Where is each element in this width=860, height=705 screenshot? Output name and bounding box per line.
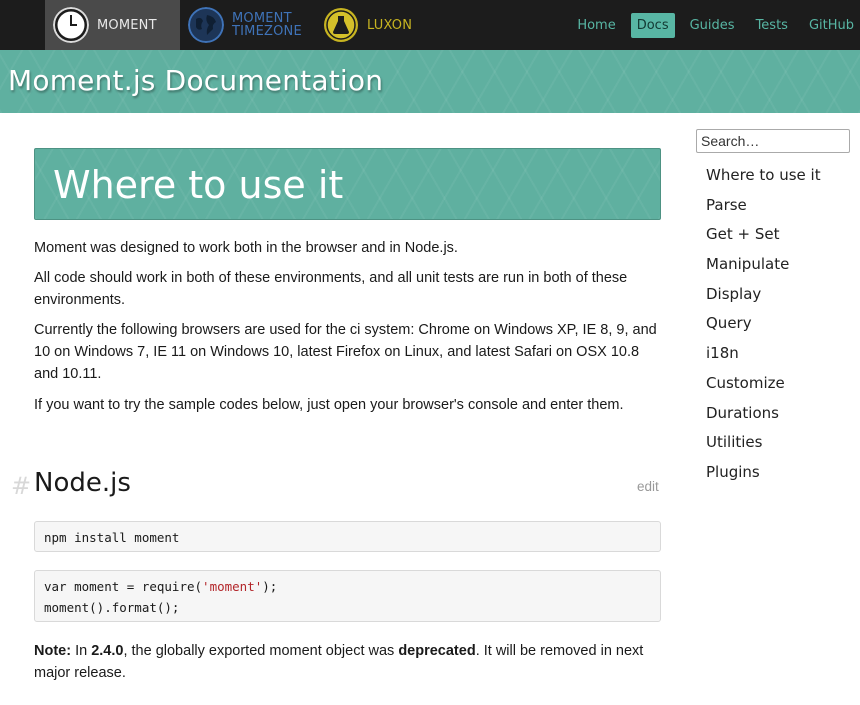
flask-icon xyxy=(324,8,358,42)
banner-title: Where to use it xyxy=(53,163,344,207)
nav-links: Home Docs Guides Tests GitHub xyxy=(562,0,860,50)
brand-moment-timezone[interactable]: MOMENT TIMEZONE xyxy=(188,0,302,50)
note-text: , the globally exported moment object wa… xyxy=(123,643,399,659)
note-paragraph: Note: In 2.4.0, the globally exported mo… xyxy=(34,640,661,684)
note-deprecated: deprecated xyxy=(398,643,476,659)
nav-link-github[interactable]: GitHub xyxy=(803,13,860,38)
sidebar-item-i18n[interactable]: i18n xyxy=(706,339,821,369)
nav-link-tests[interactable]: Tests xyxy=(750,13,794,38)
page-title: Moment.js Documentation xyxy=(8,64,384,97)
sidebar-item-get-set[interactable]: Get + Set xyxy=(706,220,821,250)
nav-link-guides[interactable]: Guides xyxy=(684,13,741,38)
section-title: Node.js xyxy=(34,468,131,498)
code-token: ); xyxy=(262,579,278,594)
brand-moment-label: MOMENT xyxy=(97,17,157,33)
code-token: var moment = require( xyxy=(44,579,203,594)
code-line: var moment = require('moment'); xyxy=(44,579,277,594)
section-anchor-link[interactable]: # xyxy=(11,472,31,500)
sidebar-item-customize[interactable]: Customize xyxy=(706,369,821,399)
note-text: In xyxy=(71,643,92,659)
brand-tz-line2: TIMEZONE xyxy=(232,24,302,39)
search-input[interactable] xyxy=(696,129,850,153)
sidebar-item-where-to-use-it[interactable]: Where to use it xyxy=(706,161,821,191)
code-line: npm install moment xyxy=(44,530,180,545)
sidebar-item-query[interactable]: Query xyxy=(706,309,821,339)
paragraph: If you want to try the sample codes belo… xyxy=(34,397,624,413)
brand-luxon[interactable]: LUXON xyxy=(323,0,412,50)
brand-moment-timezone-label: MOMENT TIMEZONE xyxy=(232,12,302,38)
edit-link[interactable]: edit xyxy=(637,479,659,494)
brand-luxon-label: LUXON xyxy=(367,17,413,33)
page-header: Moment.js Documentation xyxy=(0,50,860,113)
sidebar-item-durations[interactable]: Durations xyxy=(706,399,821,429)
paragraph: Moment was designed to work both in the … xyxy=(34,240,458,256)
note-version: 2.4.0 xyxy=(91,643,124,659)
paragraph: Currently the following browsers are use… xyxy=(34,322,657,382)
sidebar-item-plugins[interactable]: Plugins xyxy=(706,458,821,488)
top-nav: MOMENT MOMENT TIMEZONE LUXON Home Docs G… xyxy=(0,0,860,50)
globe-icon xyxy=(188,7,224,43)
section-banner: Where to use it xyxy=(34,148,661,220)
brand-moment[interactable]: MOMENT xyxy=(45,0,180,50)
sidebar-item-parse[interactable]: Parse xyxy=(706,191,821,221)
sidebar-item-display[interactable]: Display xyxy=(706,280,821,310)
code-string: 'moment' xyxy=(202,579,263,594)
code-block: npm install moment xyxy=(34,521,661,552)
note-label: Note: xyxy=(34,643,72,659)
nav-link-docs[interactable]: Docs xyxy=(630,12,675,38)
clock-icon xyxy=(53,7,89,43)
code-line: moment().format(); xyxy=(44,600,180,615)
sidebar-nav: Where to use it Parse Get + Set Manipula… xyxy=(706,161,821,488)
sidebar-item-manipulate[interactable]: Manipulate xyxy=(706,250,821,280)
sidebar-item-utilities[interactable]: Utilities xyxy=(706,428,821,458)
code-block: var moment = require('moment'); moment()… xyxy=(34,570,661,622)
nav-link-home[interactable]: Home xyxy=(571,13,621,38)
paragraph: All code should work in both of these en… xyxy=(34,270,628,308)
